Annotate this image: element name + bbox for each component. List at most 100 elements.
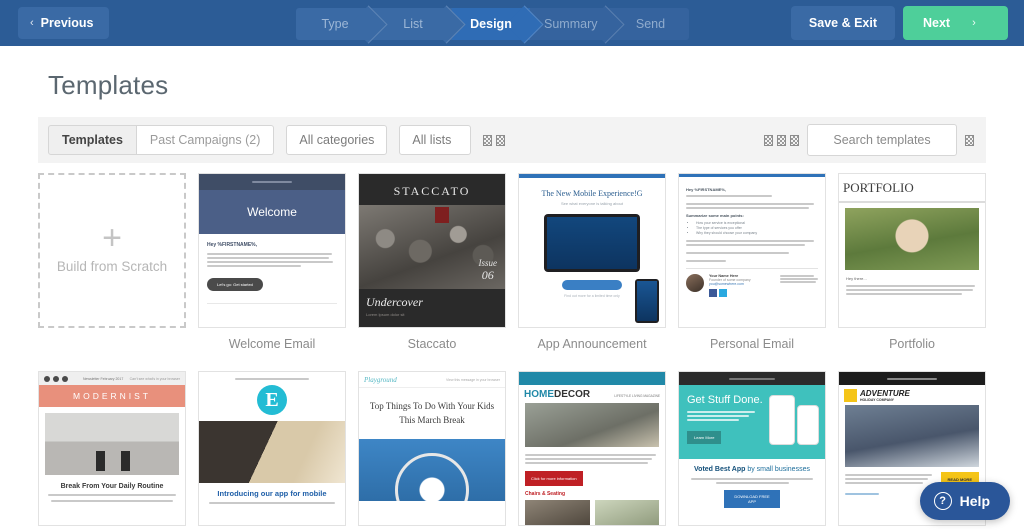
list-item: How your service is exceptional bbox=[696, 221, 818, 225]
stool-shape bbox=[121, 451, 131, 471]
event-basic-logo: ADVENTURE HOLIDAY COMPANY bbox=[839, 385, 985, 405]
list-item: The type of services you offer bbox=[696, 226, 818, 230]
template-card-new-app[interactable]: E Introducing our app for mobile New App bbox=[198, 371, 346, 530]
filter-bar: Templates Past Campaigns (2) All categor… bbox=[38, 117, 986, 163]
grid-view-icon[interactable] bbox=[483, 134, 493, 146]
event-basic-brand-sub: HOLIDAY COMPANY bbox=[860, 397, 894, 402]
template-card-staccato[interactable]: STACCATO Issue 06 Undercover Lorem Ipsum… bbox=[358, 173, 506, 361]
wizard-steps: Type List Design Summary Send bbox=[296, 8, 690, 40]
step-design-label: Design bbox=[470, 17, 512, 31]
event-basic-image bbox=[845, 405, 979, 467]
save-and-exit-button[interactable]: Save & Exit bbox=[790, 6, 895, 40]
welcome-email-button: Let's go: Get started bbox=[207, 278, 263, 291]
lists-dropdown[interactable]: All lists bbox=[399, 125, 472, 155]
template-card-app-announcement[interactable]: The New Mobile Experience!G See what eve… bbox=[518, 173, 666, 361]
personal-email-body: Hey %FIRSTNAME%, Summarize some main poi… bbox=[679, 177, 825, 303]
app-announcement-thumbnail[interactable]: The New Mobile Experience!G See what eve… bbox=[518, 173, 666, 328]
step-list-label: List bbox=[403, 17, 423, 31]
template-caption: Welcome Email bbox=[228, 337, 316, 351]
staccato-accent bbox=[434, 207, 449, 223]
sort-icon[interactable] bbox=[764, 134, 773, 146]
twitter-icon bbox=[719, 289, 727, 297]
modernist-view-online: Can't see what's in your browser bbox=[129, 376, 180, 381]
announcement-headline-2-strong: Voted Best App bbox=[694, 466, 746, 473]
playground-view-online: View this message in your browser bbox=[445, 377, 500, 382]
home-decor-section: Chairs & Seating bbox=[525, 491, 566, 497]
categories-dropdown[interactable]: All categories bbox=[286, 125, 388, 155]
facebook-icon bbox=[709, 289, 717, 297]
home-decor-thumbnail[interactable]: HOMEDECOR LIFESTYLE LIVING MAGAZINE Clic… bbox=[518, 371, 666, 526]
announcement-headline-2: Voted Best App by small businesses bbox=[679, 459, 825, 473]
new-app-image bbox=[199, 421, 345, 483]
next-button-label: Next bbox=[923, 16, 951, 30]
staccato-headline: Undercover bbox=[366, 295, 423, 309]
topbar-actions: Save & Exit Next › bbox=[790, 6, 1008, 40]
new-app-thumbnail[interactable]: E Introducing our app for mobile bbox=[198, 371, 346, 526]
announcement-button-2: DOWNLOAD FREE APP bbox=[724, 490, 780, 508]
phone-mockup-icon bbox=[635, 279, 659, 323]
portfolio-text: Hey there... bbox=[839, 270, 985, 295]
question-mark-icon: ? bbox=[933, 492, 952, 510]
avatar bbox=[686, 274, 704, 292]
modernist-brand: MODERNIST bbox=[39, 385, 185, 407]
home-decor-image bbox=[525, 403, 659, 447]
template-card-playground[interactable]: Playground View this message in your bro… bbox=[358, 371, 506, 530]
staccato-brand: STACCATO bbox=[393, 184, 471, 198]
event-basic-topbar bbox=[839, 372, 985, 385]
build-from-scratch-thumbnail[interactable]: + Build from Scratch bbox=[38, 173, 186, 328]
welcome-email-view-online bbox=[199, 174, 345, 190]
template-card-modernist[interactable]: Newsletter February 2017 Can't see what'… bbox=[38, 371, 186, 530]
home-decor-button: Click for more information bbox=[525, 471, 583, 486]
app-announcement-headline: The New Mobile Experience!G bbox=[541, 189, 643, 198]
tab-templates[interactable]: Templates bbox=[48, 125, 137, 155]
playground-logo: Playground bbox=[364, 375, 397, 384]
next-button[interactable]: Next › bbox=[903, 6, 1008, 40]
modernist-headline: Break From Your Daily Routine bbox=[60, 483, 164, 490]
template-card-build-from-scratch[interactable]: + Build from Scratch bbox=[38, 173, 186, 361]
template-card-home-decor[interactable]: HOMEDECOR LIFESTYLE LIVING MAGAZINE Clic… bbox=[518, 371, 666, 530]
tab-past-campaigns[interactable]: Past Campaigns (2) bbox=[136, 125, 275, 155]
previous-button[interactable]: ‹ Previous bbox=[18, 7, 110, 39]
announcement-hero: Get Stuff Done. Learn More bbox=[679, 385, 825, 459]
signature-email: you@somewhere.com bbox=[709, 282, 744, 286]
template-caption: Staccato bbox=[407, 337, 457, 351]
new-app-view-online bbox=[199, 372, 345, 380]
step-send-label: Send bbox=[635, 17, 666, 31]
template-caption: New App bbox=[247, 526, 297, 530]
view-toggle-group[interactable] bbox=[481, 134, 507, 146]
tablet-mockup-icon bbox=[544, 214, 640, 272]
home-decor-logo-right: DECOR bbox=[554, 389, 591, 400]
template-card-portfolio[interactable]: PORTFOLIO Hey there... Portfolio bbox=[838, 173, 986, 361]
staccato-thumbnail[interactable]: STACCATO Issue 06 Undercover Lorem Ipsum… bbox=[358, 173, 506, 328]
template-card-personal-email[interactable]: Hey %FIRSTNAME%, Summarize some main poi… bbox=[678, 173, 826, 361]
filter-icon[interactable] bbox=[777, 134, 786, 146]
modernist-thumbnail[interactable]: Newsletter February 2017 Can't see what'… bbox=[38, 371, 186, 526]
template-card-announcement[interactable]: Get Stuff Done. Learn More Voted Best Ap… bbox=[678, 371, 826, 530]
personal-email-thumbnail[interactable]: Hey %FIRSTNAME%, Summarize some main poi… bbox=[678, 173, 826, 328]
gallery-image bbox=[594, 500, 659, 525]
template-caption: Personal Email bbox=[709, 337, 795, 351]
logo-mark-icon bbox=[844, 389, 857, 402]
modernist-image bbox=[45, 413, 179, 475]
template-caption: Event Basic bbox=[879, 526, 945, 530]
settings-icon[interactable] bbox=[965, 134, 974, 146]
welcome-email-thumbnail[interactable]: Welcome Hey %FIRSTNAME%, Let's go: Get s… bbox=[198, 173, 346, 328]
template-caption: Portfolio bbox=[889, 337, 935, 351]
new-app-headline: Introducing our app for mobile bbox=[217, 489, 327, 498]
modernist-issue: Newsletter February 2017 bbox=[83, 376, 124, 381]
list-view-icon[interactable] bbox=[496, 134, 506, 146]
search-icon[interactable] bbox=[790, 134, 799, 146]
step-type[interactable]: Type bbox=[296, 8, 374, 40]
template-card-welcome-email[interactable]: Welcome Hey %FIRSTNAME%, Let's go: Get s… bbox=[198, 173, 346, 361]
template-caption: App Announcement bbox=[537, 337, 647, 351]
source-tabs: Templates Past Campaigns (2) bbox=[48, 125, 275, 155]
ferris-wheel-icon bbox=[395, 453, 469, 501]
announcement-headline-2-rest: by small businesses bbox=[745, 466, 810, 473]
portfolio-thumbnail[interactable]: PORTFOLIO Hey there... bbox=[838, 173, 986, 328]
chevron-right-icon: › bbox=[972, 17, 976, 29]
help-widget-button[interactable]: ? Help bbox=[919, 482, 1010, 520]
announcement-thumbnail[interactable]: Get Stuff Done. Learn More Voted Best Ap… bbox=[678, 371, 826, 526]
portfolio-image bbox=[845, 208, 979, 270]
playground-thumbnail[interactable]: Playground View this message in your bro… bbox=[358, 371, 506, 526]
search-input[interactable] bbox=[807, 124, 957, 156]
